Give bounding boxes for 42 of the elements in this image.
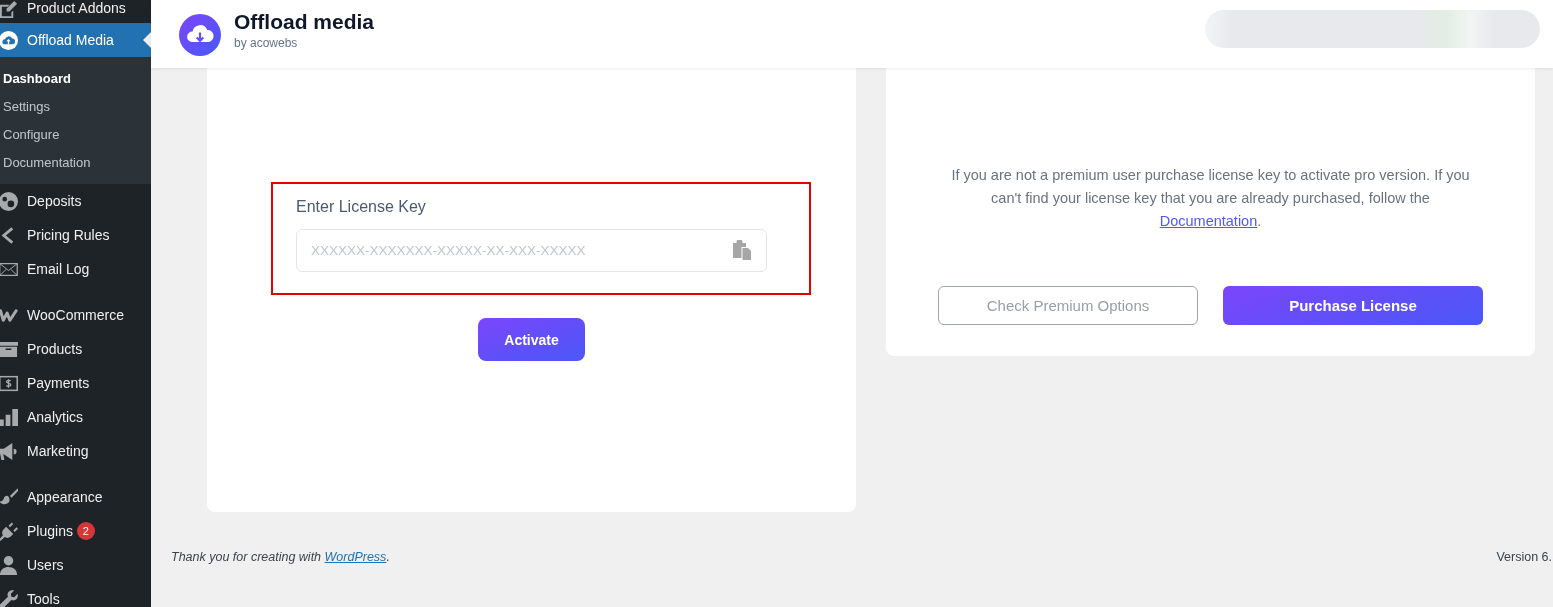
megaphone-icon: [0, 441, 18, 461]
submenu-item[interactable]: Configure: [0, 120, 151, 148]
sidebar-menu-item[interactable]: Offload Media: [0, 23, 151, 57]
sidebar-menu-item[interactable]: Tools: [0, 582, 151, 607]
sidebar-menu-item[interactable]: WooCommerce: [0, 298, 151, 332]
activate-button[interactable]: Activate: [478, 318, 585, 361]
sidebar-menu-item[interactable]: Email Log: [0, 252, 151, 286]
wrench-icon: [0, 589, 18, 607]
version-text: Version 6.: [1496, 549, 1552, 565]
field-label: Enter License Key: [296, 197, 426, 217]
footer-thanks-text: Thank you for creating with WordPress.: [171, 549, 390, 565]
archive-box-icon: [0, 339, 18, 359]
user-icon: [0, 555, 18, 575]
sidebar-menu-item[interactable]: Plugins 2: [0, 514, 151, 548]
current-page-arrow-icon: [143, 32, 151, 48]
sidebar-menu-item[interactable]: Pricing Rules: [0, 218, 151, 252]
cloud-upload-icon: [0, 30, 18, 50]
sidebar-menu-item[interactable]: Analytics: [0, 400, 151, 434]
license-notice: If you are not a premium user purchase license key to activate pro version. If you can't find your license key that you are already purchased, follow the Documentation.: [950, 166, 1471, 231]
sidebar-menu-item[interactable]: Deposits: [0, 184, 151, 218]
submenu-item[interactable]: Settings: [0, 92, 151, 120]
plug-icon: [0, 521, 18, 541]
app-title: Offload media: [234, 10, 375, 34]
paintbrush-icon: [0, 487, 18, 507]
submenu-item[interactable]: Dashboard: [0, 64, 151, 92]
sidebar-menu-item[interactable]: Appearance: [0, 480, 151, 514]
sidebar-menu-item[interactable]: Users: [0, 548, 151, 582]
sidebar-menu-item[interactable]: Products: [0, 332, 151, 366]
sidebar-menu-item[interactable]: Payments: [0, 366, 151, 400]
edit-icon: [0, 0, 18, 19]
app-subtitle: by acowebs: [234, 36, 299, 50]
dollar-bill-icon: [0, 373, 18, 393]
cloud-download-icon: [179, 14, 221, 56]
update-count-badge: 2: [76, 522, 95, 540]
submenu-item[interactable]: Documentation: [0, 148, 151, 176]
clipboard-icon[interactable]: [733, 240, 751, 260]
bar-chart-icon: [0, 407, 18, 427]
sidebar-menu-item[interactable]: Marketing: [0, 434, 151, 468]
purchase-button[interactable]: Purchase License: [1223, 286, 1483, 325]
sidebar-menu-item[interactable]: Product Addons: [0, 0, 151, 23]
license-key-field[interactable]: XXXXXX-XXXXXXX-XXXXX-XX-XXX-XXXXX: [296, 229, 767, 272]
coins-icon: [0, 191, 18, 211]
